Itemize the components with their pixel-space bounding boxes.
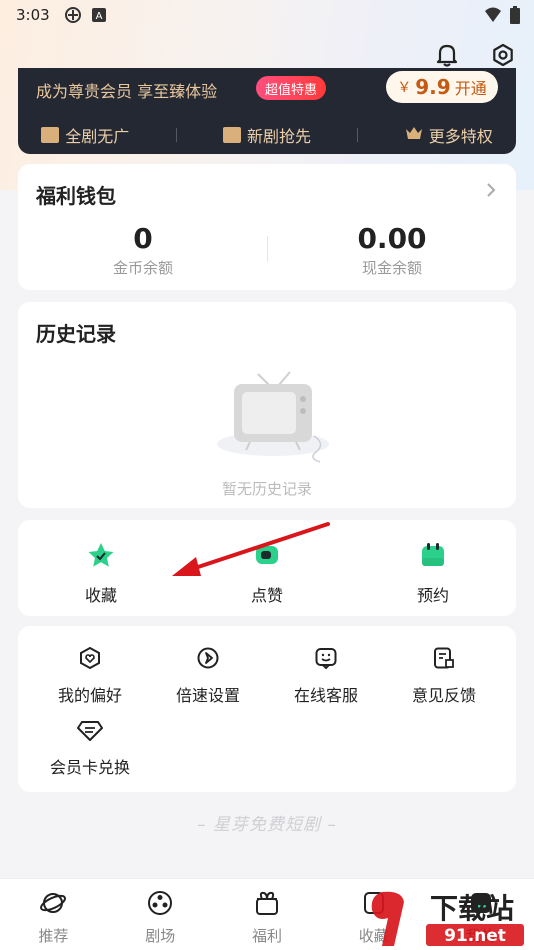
quick-favorites[interactable]: 收藏 (18, 520, 184, 616)
status-right (484, 6, 520, 28)
star-icon (87, 542, 115, 572)
svg-text:A: A (95, 11, 102, 22)
site-watermark: 下载站 91.net (368, 888, 528, 950)
wifi-icon (484, 7, 502, 27)
status-time: 3:03 (16, 6, 50, 24)
quick-actions: 收藏 点赞 预约 (18, 520, 516, 616)
bell-icon[interactable] (434, 42, 460, 68)
watermark-line1: 下载站 (430, 892, 514, 925)
speed-icon (196, 646, 220, 674)
history-title: 历史记录 (36, 322, 116, 346)
vip-open-label: 开通 (454, 79, 487, 98)
nav-label: 福利 (251, 927, 282, 945)
battery-icon (510, 6, 520, 28)
quick-likes[interactable]: 点赞 (184, 520, 350, 616)
vip-deal-badge: 超值特惠 (256, 76, 327, 100)
thumb-icon (253, 542, 281, 572)
divider (267, 236, 268, 262)
service-customer-support[interactable]: 在线客服 (267, 646, 385, 706)
services-card: 我的偏好 倍速设置 在线客服 意见反馈 会员卡兑换 (18, 626, 516, 792)
service-preferences[interactable]: 我的偏好 (31, 646, 149, 706)
gift-icon (253, 889, 281, 921)
planet-icon (39, 889, 67, 921)
nav-welfare[interactable]: 福利 (214, 879, 321, 950)
vip-open-button[interactable]: ￥ 9.9 开通 (386, 71, 498, 103)
top-actions (434, 42, 516, 68)
brand-dash: – (321, 815, 337, 835)
divider (175, 128, 177, 142)
perk-label: 新剧抢先 (246, 127, 311, 146)
service-label: 在线客服 (293, 686, 358, 705)
card-exchange-icon (77, 718, 103, 746)
cash-stat[interactable]: 0.00 现金余额 (292, 222, 492, 278)
currency-symbol: ￥ (397, 80, 412, 96)
service-feedback[interactable]: 意见反馈 (385, 646, 503, 706)
divider (357, 128, 359, 142)
perk-no-ads: 全剧无广 (41, 123, 129, 147)
cash-value: 0.00 (357, 222, 427, 255)
ad-icon (41, 127, 60, 143)
coins-stat[interactable]: 0 金币余额 (43, 222, 243, 278)
service-label: 意见反馈 (411, 686, 476, 705)
nav-recommend[interactable]: 推荐 (0, 879, 107, 950)
vip-promo-text: 成为尊贵会员 享至臻体验 (36, 82, 218, 101)
service-card-redeem[interactable]: 会员卡兑换 (31, 718, 149, 778)
perk-more: 更多特权 (405, 123, 493, 147)
quick-label: 预约 (416, 586, 449, 605)
nav-label: 剧场 (145, 927, 176, 945)
watermark-line2: 91.net (444, 926, 506, 946)
quick-label: 点赞 (250, 586, 283, 605)
chat-face-icon (314, 646, 338, 674)
calendar-icon (419, 542, 447, 572)
quick-label: 收藏 (84, 586, 117, 605)
chevron-right-icon[interactable] (486, 182, 496, 203)
app-status-icon (64, 6, 82, 24)
wallet-title: 福利钱包 (36, 184, 116, 208)
perk-label: 全剧无广 (65, 127, 130, 146)
feedback-icon (432, 646, 456, 674)
status-bar: 3:03 A (0, 0, 534, 30)
service-label: 会员卡兑换 (49, 758, 130, 777)
film-reel-icon (146, 889, 174, 921)
vip-price: 9.9 (415, 75, 451, 99)
heart-shield-icon (78, 646, 102, 674)
a-status-icon: A (91, 8, 106, 22)
empty-tv-illustration (208, 366, 338, 470)
brand-dash: – (197, 815, 213, 835)
history-card: 历史记录 暂无历史记录 (18, 302, 516, 508)
coins-value: 0 (133, 222, 153, 255)
perk-early-access: 新剧抢先 (222, 123, 311, 147)
brand-footer: – 星芽免费短剧 – (0, 810, 534, 835)
perk-label: 更多特权 (428, 127, 493, 146)
vip-banner[interactable]: 成为尊贵会员 享至臻体验 超值特惠 ￥ 9.9 开通 全剧无广 新剧抢先 更多特… (18, 68, 516, 154)
quick-reservations[interactable]: 预约 (350, 520, 516, 616)
history-empty-text: 暂无历史记录 (221, 480, 312, 498)
brand-text: 星芽免费短剧 (213, 815, 321, 835)
vip-perks: 全剧无广 新剧抢先 更多特权 (18, 120, 516, 150)
crown-icon (405, 125, 423, 145)
settings-icon[interactable] (490, 42, 516, 68)
service-label: 倍速设置 (175, 686, 240, 705)
nav-theater[interactable]: 剧场 (107, 879, 214, 950)
nav-label: 推荐 (38, 927, 69, 945)
new-drama-icon (222, 127, 241, 143)
cash-label: 现金余额 (361, 259, 422, 277)
coins-label: 金币余额 (112, 259, 173, 277)
service-label: 我的偏好 (57, 686, 122, 705)
service-playback-speed[interactable]: 倍速设置 (149, 646, 267, 706)
wallet-card[interactable]: 福利钱包 0 金币余额 0.00 现金余额 (18, 164, 516, 290)
